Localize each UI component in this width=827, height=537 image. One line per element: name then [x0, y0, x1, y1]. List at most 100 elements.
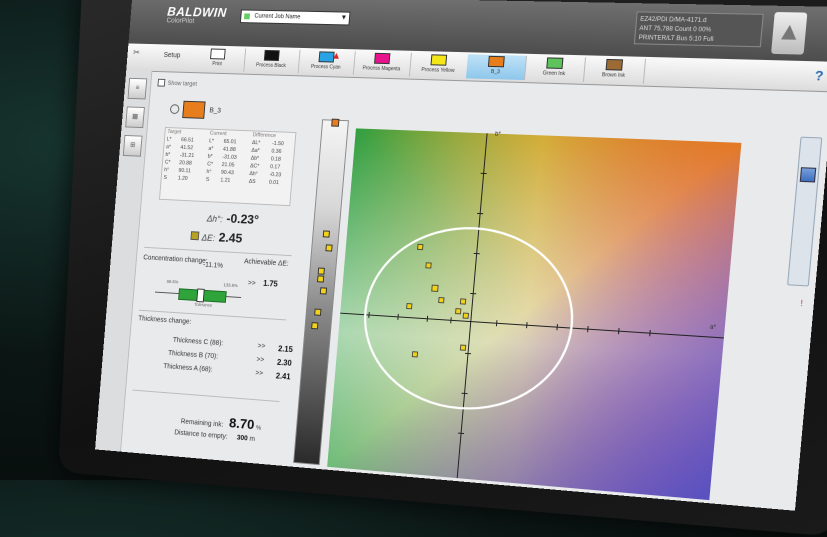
data-point	[439, 298, 444, 303]
concentration-label: Concentration change:	[143, 254, 208, 264]
lightness-marker	[320, 287, 327, 294]
ink-swatch	[264, 50, 280, 61]
achievable-readout: >> 1.75	[248, 278, 278, 289]
job-select-value: Current Job Name	[254, 14, 301, 21]
lightness-marker	[325, 244, 332, 251]
warning-icon: ▲	[331, 51, 341, 62]
triangle-up-icon	[781, 25, 798, 40]
status-panel: EZ42/PDI D/MA-4171.d ANT 75,788 Count 0 …	[634, 11, 764, 47]
concentration-value: -11.1%	[203, 262, 224, 270]
ink-tab[interactable]: Print	[190, 47, 246, 72]
thickness-value: 2.15	[278, 344, 293, 354]
lightness-marker	[318, 268, 325, 275]
grid-icon[interactable]: ▦	[125, 106, 145, 128]
plot-background-blue	[327, 128, 741, 500]
slider-min-label: 66.5%	[167, 279, 179, 284]
help-icon[interactable]: ?	[814, 68, 824, 84]
ink-label: Process Black	[244, 62, 299, 69]
job-select[interactable]: Current Job Name ▼	[240, 9, 351, 25]
data-point	[426, 263, 431, 268]
setup-button[interactable]: Setup	[163, 52, 180, 59]
lightness-marker	[311, 322, 318, 329]
a-axis-label: a*	[710, 325, 717, 332]
delta-e-readout: ΔE:2.45	[190, 228, 243, 245]
ink-tab[interactable]: ▲ Process Cyan	[298, 50, 356, 75]
distance-unit: m	[249, 436, 255, 443]
slider-max-label: 133.6%	[223, 282, 238, 288]
data-point	[412, 352, 417, 357]
remaining-label: Remaining ink:	[180, 418, 223, 428]
brand-subtitle: ColorPilot	[166, 18, 194, 25]
ab-color-plane[interactable]: b* a*	[327, 128, 741, 500]
ink-label: Print	[190, 60, 244, 67]
ink-tab[interactable]: Process Magenta	[353, 51, 412, 76]
ink-swatch	[210, 48, 226, 59]
color-detail-panel: Show target B_3 Target Current Differenc…	[124, 75, 312, 460]
eject-button[interactable]	[771, 12, 807, 55]
ink-tab[interactable]: Process Yellow	[409, 53, 469, 79]
ink-swatch	[606, 59, 624, 71]
cell: 0.01	[267, 179, 292, 188]
ink-swatch	[374, 53, 390, 64]
ink-swatch	[488, 56, 505, 68]
thickness-row: Thickness B (70): >> 2.30	[168, 350, 218, 360]
delta-h-label: Δh°:	[207, 214, 224, 224]
concentration-slider[interactable]: 66.5% 133.6% Tolerance	[154, 282, 242, 305]
checkbox-box[interactable]	[157, 79, 165, 87]
cell: ΔS	[247, 178, 268, 187]
b-axis-label: b*	[495, 132, 501, 138]
lightness-target-marker	[331, 119, 339, 127]
achievable-value: 1.75	[263, 279, 278, 289]
thickness-arrow: >>	[257, 343, 265, 350]
remaining-unit: %	[256, 426, 261, 432]
ink-label: Green Ink	[524, 70, 583, 78]
thickness-arrow: >>	[255, 370, 263, 377]
checkbox-label: Show target	[167, 81, 197, 88]
view-toggle-icon[interactable]	[800, 167, 817, 182]
alert-icon: !	[800, 299, 803, 309]
target-name: B_3	[209, 107, 221, 114]
measurement-table: Target Current Difference L*66.51 L*65.0…	[159, 127, 296, 206]
ink-label: Process Cyan	[298, 64, 354, 71]
ink-swatch	[430, 54, 447, 65]
ink-tab[interactable]: Green Ink	[524, 56, 586, 82]
show-target-checkbox[interactable]: Show target	[157, 79, 197, 88]
distance-to-empty: Distance to empty:300 m	[174, 429, 255, 443]
data-point	[456, 309, 461, 314]
layout-icon[interactable]: ⊞	[123, 135, 143, 157]
chevron-down-icon: ▼	[340, 12, 348, 24]
achievable-arrow: >>	[248, 280, 256, 287]
cell: S	[204, 176, 219, 184]
data-point	[432, 285, 438, 291]
tools-icon[interactable]: ✂	[133, 47, 141, 58]
menu-icon[interactable]: ≡	[128, 78, 148, 100]
app-window: BALDWIN ColorPilot Current Job Name ▼ EZ…	[95, 0, 827, 511]
ab-plot-svg	[327, 128, 741, 500]
data-point	[460, 299, 465, 304]
data-point	[418, 244, 423, 249]
target-swatch	[182, 101, 205, 119]
delta-e-icon	[190, 231, 199, 240]
cell: 1.20	[176, 175, 205, 184]
ink-swatch	[546, 57, 563, 69]
status-line: PRINTER/LT Bus 5:10 Full	[638, 34, 757, 46]
ink-tab[interactable]: Brown Ink	[583, 57, 646, 83]
ink-tab-active[interactable]: B_3	[466, 54, 527, 80]
ink-tab[interactable]: Process Black	[243, 48, 300, 73]
divider	[132, 390, 279, 402]
thickness-row: Thickness A (68): >> 2.41	[163, 363, 213, 373]
delta-e-label: ΔE:	[201, 233, 215, 243]
cell: S	[161, 174, 176, 182]
delta-e-value: 2.45	[218, 230, 243, 246]
thickness-label: Thickness B (70):	[168, 350, 218, 360]
thickness-value: 2.41	[275, 372, 290, 382]
thickness-label: Thickness C (88):	[173, 337, 224, 347]
distance-label: Distance to empty:	[174, 429, 228, 440]
delta-h-readout: Δh°:-0.23°	[206, 210, 259, 227]
slider-handle[interactable]	[196, 288, 204, 302]
remaining-value: 8.70	[228, 415, 255, 433]
achievable-label: Achievable ΔE:	[244, 258, 289, 267]
thickness-row: Thickness C (88): >> 2.15	[173, 337, 224, 347]
status-dot-icon	[244, 13, 250, 19]
slider-caption: Tolerance	[194, 302, 212, 308]
